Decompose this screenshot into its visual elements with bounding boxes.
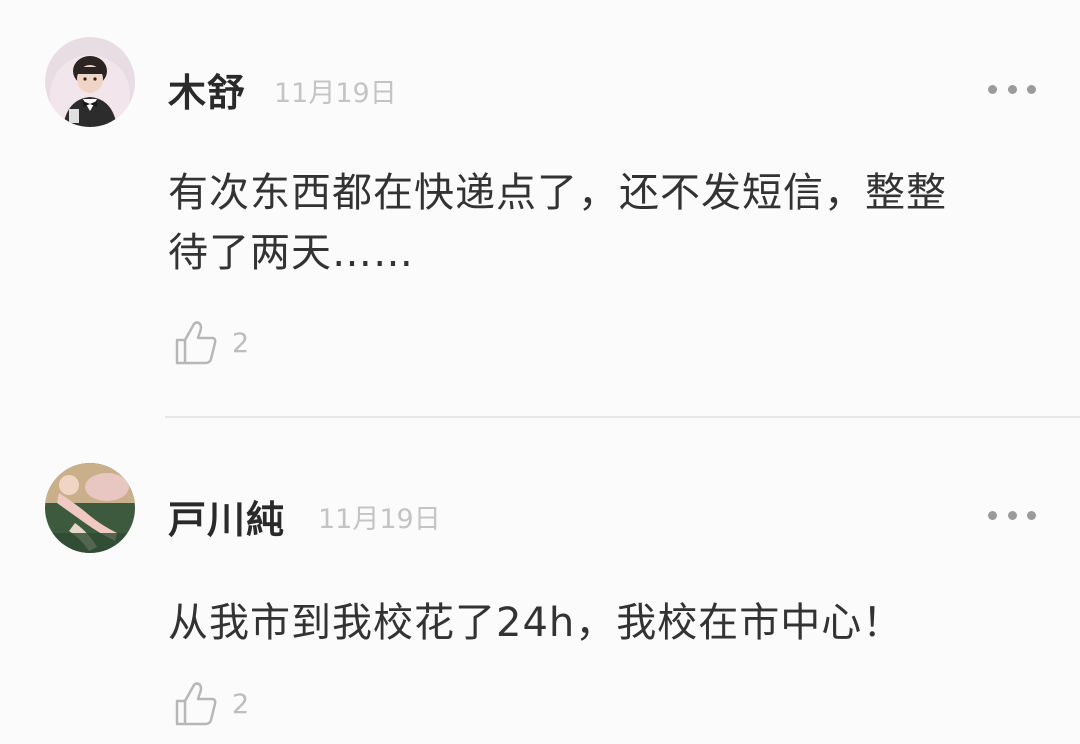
more-dot — [1027, 84, 1036, 94]
comment-list: 木舒 11月19日 有次东西都在快递点了，还不发短信，整整 待了两天…… 2 戸… — [0, 0, 1080, 744]
comment-text: 从我市到我校花了24h，我校在市中心！ — [168, 600, 904, 646]
comment-date: 11月19日 — [274, 78, 397, 109]
username[interactable]: 木舒 — [168, 74, 246, 112]
comment-text: 有次东西都在快递点了，还不发短信，整整 待了两天…… — [168, 170, 947, 276]
thumbs-up-icon — [175, 321, 217, 365]
more-options-button[interactable] — [984, 74, 1040, 104]
more-dot — [1007, 510, 1017, 520]
more-dot — [1007, 84, 1017, 94]
comment-item: 木舒 11月19日 有次东西都在快递点了，还不发短信，整整 待了两天…… 2 — [0, 0, 1080, 417]
more-dot — [988, 84, 997, 94]
like-count: 2 — [232, 688, 250, 720]
comment-date: 11月19日 — [318, 504, 441, 535]
more-dot — [1027, 510, 1036, 520]
like-count: 2 — [232, 327, 250, 359]
avatar-image — [45, 463, 135, 553]
more-dot — [988, 510, 997, 520]
user-avatar[interactable] — [45, 463, 135, 553]
comment-item: 戸川純 11月19日 从我市到我校花了24h，我校在市中心！ 2 — [0, 418, 1080, 744]
more-options-button[interactable] — [984, 500, 1040, 530]
like-button[interactable]: 2 — [174, 681, 249, 727]
like-button[interactable]: 2 — [174, 320, 249, 366]
avatar-image — [45, 37, 135, 127]
thumbs-up-icon — [175, 682, 217, 726]
username[interactable]: 戸川純 — [168, 501, 285, 539]
user-avatar[interactable] — [45, 37, 135, 127]
